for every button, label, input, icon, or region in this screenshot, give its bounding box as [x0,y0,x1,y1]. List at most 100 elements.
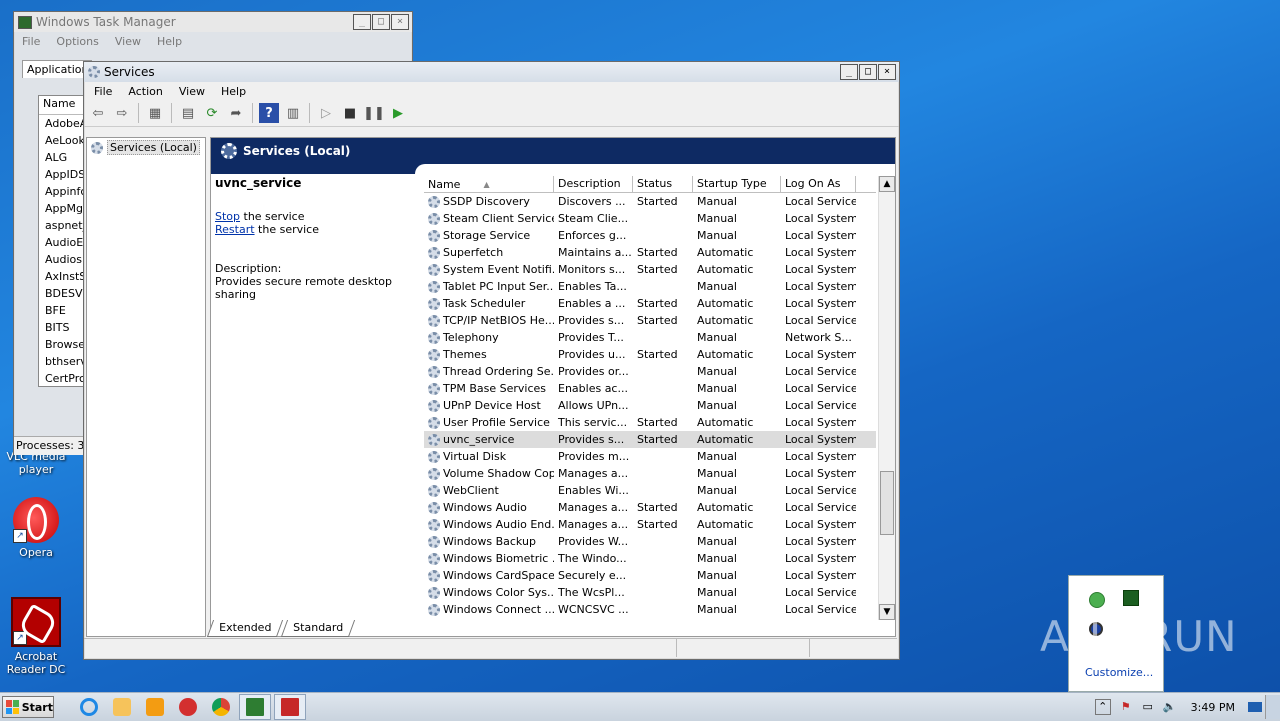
refresh-icon[interactable]: ⟳ [202,103,222,123]
service-gear-icon [428,399,440,412]
tab-extended[interactable]: Extended [206,620,284,637]
volume-icon[interactable]: 🔈 [1163,700,1177,714]
menu-action[interactable]: Action [120,85,170,98]
restart-service-link[interactable]: Restart [215,223,255,236]
services-list[interactable]: Name ▲ Description Status Startup Type Lo… [424,176,876,620]
table-row[interactable]: System Event Notifi... Monitors s... Start… [424,261,876,278]
menu-file[interactable]: File [14,35,48,48]
maximize-button[interactable]: □ [859,64,877,80]
pause-service-icon[interactable]: ❚❚ [363,103,385,123]
network-icon[interactable]: ▭ [1141,700,1155,714]
table-row[interactable]: Tablet PC Input Ser... Enables Ta... Manua… [424,278,876,295]
cell-name: Task Scheduler [424,295,554,312]
action-center-flag-icon[interactable]: ⚑ [1119,700,1133,714]
close-button[interactable]: × [878,64,896,80]
scrollbar-thumb[interactable] [880,471,894,535]
table-row[interactable]: Windows Audio End... Manages a... Started A… [424,516,876,533]
table-row[interactable]: Windows Color Sys... The WcsPl... Manual Lo… [424,584,876,601]
back-arrow-icon[interactable]: ⇦ [88,103,108,123]
table-row[interactable]: Windows CardSpace Securely e... Manual Loca… [424,567,876,584]
table-row[interactable]: SSDP Discovery Discovers ... Started Manual… [424,193,876,210]
table-row[interactable]: TPM Base Services Enables ac... Manual Loca… [424,380,876,397]
taskbar-services[interactable] [274,694,306,720]
stop-service-icon[interactable]: ■ [340,103,360,123]
tab-applications[interactable]: Applications [22,60,94,78]
table-row[interactable]: Virtual Disk Provides m... Manual Local Sys… [424,448,876,465]
stop-service-link[interactable]: Stop [215,210,240,223]
table-row[interactable]: uvnc_service Provides s... Started Automati… [424,431,876,448]
table-row[interactable]: Storage Service Enforces g... Manual Local … [424,227,876,244]
show-desktop-button[interactable] [1265,695,1280,719]
table-row[interactable]: Volume Shadow Copy Manages a... Manual Loca… [424,465,876,482]
menu-help[interactable]: Help [213,85,254,98]
language-indicator[interactable] [1245,695,1265,719]
services-window[interactable]: Services _ □ × File Action View Help ⇦ ⇨… [83,61,900,660]
taskbar-opera[interactable] [173,695,203,719]
help-icon[interactable]: ? [259,103,279,123]
taskbar-explorer[interactable] [107,695,137,719]
table-row[interactable]: WebClient Enables Wi... Manual Local Servic… [424,482,876,499]
show-action-pane-icon[interactable]: ▥ [283,103,303,123]
service-name: Windows CardSpace [443,569,554,582]
desktop-icon-acrobat[interactable]: ↗ Acrobat Reader DC [1,597,71,676]
maximize-button[interactable]: □ [372,14,390,30]
cell-description: Enforces g... [558,229,627,242]
restart-service-icon[interactable]: ▶ [388,103,408,123]
table-row[interactable]: Telephony Provides T... Manual Network S... [424,329,876,346]
menu-options[interactable]: Options [48,35,106,48]
cell-status [633,397,693,414]
table-row[interactable]: User Profile Service This servic... Starte… [424,414,876,431]
network-check-icon[interactable] [1089,592,1105,608]
table-row[interactable]: Superfetch Maintains a... Started Automatic… [424,244,876,261]
cell-name: SSDP Discovery [424,193,554,210]
services-titlebar[interactable]: Services _ □ × [84,62,899,82]
task-manager-titlebar[interactable]: Windows Task Manager _ □ × [14,12,412,32]
column-header-startup-type[interactable]: Startup Type [693,176,781,192]
table-row[interactable]: Steam Client Service Steam Clie... Manual L… [424,210,876,227]
close-button[interactable]: × [391,14,409,30]
show-hidden-icons-chevron-icon[interactable]: ⌃ [1094,699,1111,715]
export-list-icon[interactable]: ➦ [226,103,246,123]
column-header-name[interactable]: Name ▲ [424,176,554,192]
clock[interactable]: 3:49 PM [1191,701,1235,714]
vertical-scrollbar[interactable]: ▲ ▼ [878,176,895,620]
menu-view[interactable]: View [171,85,213,98]
console-tree[interactable]: Services (Local) [86,137,206,637]
table-row[interactable]: Windows Backup Provides W... Manual Local S… [424,533,876,550]
table-row[interactable]: Windows Connect ... WCNCSVC ... Manual Loca… [424,601,876,618]
properties-icon[interactable]: ▤ [178,103,198,123]
taskbar-task-manager[interactable] [239,694,271,720]
column-header-log-on-as[interactable]: Log On As [781,176,856,192]
minimize-button[interactable]: _ [840,64,858,80]
desktop-icon-opera[interactable]: ↗ Opera [1,497,71,559]
forward-arrow-icon[interactable]: ⇨ [112,103,132,123]
table-row[interactable]: TCP/IP NetBIOS He... Provides s... Started… [424,312,876,329]
cell-startup-type: Automatic [697,348,754,361]
taskbar-ie[interactable] [74,695,104,719]
tree-item-services-local[interactable]: Services (Local) [87,138,205,157]
cell-name: Superfetch [424,244,554,261]
tab-standard[interactable]: Standard [281,620,356,637]
table-row[interactable]: Thread Ordering Se... Provides or... Manua… [424,363,876,380]
menu-help[interactable]: Help [149,35,190,48]
show-hide-console-tree-icon[interactable]: ▦ [145,103,165,123]
taskbar-chrome[interactable] [206,695,236,719]
start-service-icon[interactable]: ▷ [316,103,336,123]
customize-link[interactable]: Customize... [1085,666,1153,679]
minimize-button[interactable]: _ [353,14,371,30]
table-row[interactable]: Windows Biometric ... The Windo... Manual L… [424,550,876,567]
column-header-description[interactable]: Description [554,176,633,192]
scroll-up-icon[interactable]: ▲ [879,176,895,192]
table-row[interactable]: UPnP Device Host Allows UPn... Manual Local… [424,397,876,414]
menu-view[interactable]: View [107,35,149,48]
column-header-status[interactable]: Status [633,176,693,192]
menu-file[interactable]: File [86,85,120,98]
cell-status: Started [637,518,678,531]
table-row[interactable]: Task Scheduler Enables a ... Started Automa… [424,295,876,312]
taskbar-media-player[interactable] [140,695,170,719]
table-row[interactable]: Themes Provides u... Started Automatic Local… [424,346,876,363]
task-manager-tray-icon[interactable] [1123,590,1139,606]
scroll-down-icon[interactable]: ▼ [879,604,895,620]
table-row[interactable]: Windows Audio Manages a... Started Automati… [424,499,876,516]
start-button[interactable]: Start [2,696,54,718]
